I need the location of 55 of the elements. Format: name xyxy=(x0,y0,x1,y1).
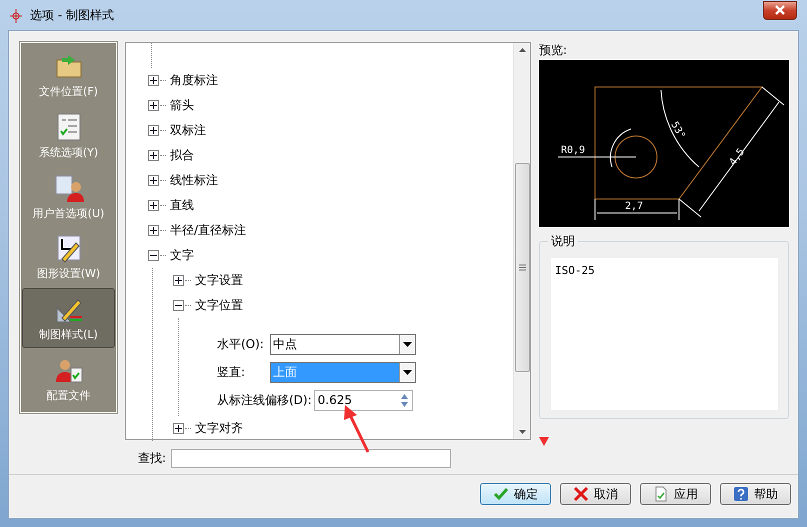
triangle-marker-icon xyxy=(539,437,549,446)
expand-icon[interactable] xyxy=(148,200,159,211)
tree-item[interactable]: 拟合 xyxy=(170,147,194,164)
up-arrow-icon[interactable] xyxy=(398,392,410,400)
expand-icon[interactable] xyxy=(173,275,184,286)
grip-icon xyxy=(518,264,526,271)
tree-item[interactable]: 半径/直径标注 xyxy=(170,222,246,239)
tree-item[interactable]: 文字 xyxy=(170,247,194,264)
tree-item[interactable]: 直线 xyxy=(170,197,194,214)
tree-item[interactable]: 角度标注 xyxy=(170,72,218,89)
tree-item[interactable]: 双标注 xyxy=(170,122,206,139)
app-icon xyxy=(8,7,24,23)
close-button[interactable] xyxy=(763,0,797,20)
document-icon xyxy=(653,486,669,502)
collapse-icon[interactable] xyxy=(148,250,159,261)
expand-icon[interactable] xyxy=(148,100,159,111)
field-label: 水平(O): xyxy=(217,336,265,352)
preview-label: 预览: xyxy=(539,42,568,59)
tree-item[interactable]: 箭头 xyxy=(170,97,194,114)
dialog-button[interactable]: 应用 xyxy=(640,483,711,505)
group-title: 说明 xyxy=(548,233,578,250)
dialog-button[interactable]: 取消 xyxy=(560,483,631,505)
window-title: 选项 - 制图样式 xyxy=(30,6,114,24)
close-icon xyxy=(573,486,589,502)
caret-icon xyxy=(403,342,412,346)
down-arrow-icon[interactable] xyxy=(398,400,410,408)
tree-item[interactable]: 文字对齐 xyxy=(195,420,243,437)
description-text: ISO-25 xyxy=(551,258,778,410)
number-field[interactable]: 0.625 xyxy=(314,390,413,410)
dropdown[interactable]: 中点 xyxy=(270,334,416,354)
expand-icon[interactable] xyxy=(148,75,159,86)
field-label: 从标注线偏移(D): xyxy=(217,392,312,408)
annotation-arrow xyxy=(344,405,370,453)
dialog-button[interactable]: 帮助 xyxy=(720,483,791,505)
help-icon xyxy=(733,486,749,502)
expand-icon[interactable] xyxy=(148,175,159,186)
dimension-drawing: R0,9 53° 4,5 2,7 xyxy=(539,60,789,227)
user-drawing-icon xyxy=(54,172,84,203)
expand-icon[interactable] xyxy=(148,150,159,161)
expand-icon[interactable] xyxy=(148,225,159,236)
close-icon xyxy=(774,5,786,15)
tree-item[interactable]: 文字设置 xyxy=(195,272,243,289)
scrollbar[interactable] xyxy=(513,43,530,439)
find-field[interactable] xyxy=(171,449,451,468)
find-label: 查找: xyxy=(138,450,168,467)
expand-icon[interactable] xyxy=(148,125,159,136)
sidebar-item[interactable]: 制图样式(L) xyxy=(22,288,115,348)
dialog-button[interactable]: 确定 xyxy=(480,483,551,505)
tree-item[interactable]: 文字位置 xyxy=(195,297,243,314)
check-icon xyxy=(493,486,509,502)
expand-icon[interactable] xyxy=(173,423,184,434)
caret-icon xyxy=(403,370,412,374)
field-label: 竖直: xyxy=(217,364,246,380)
collapse-icon[interactable] xyxy=(173,300,184,311)
tree-item[interactable]: 线性标注 xyxy=(170,172,218,189)
